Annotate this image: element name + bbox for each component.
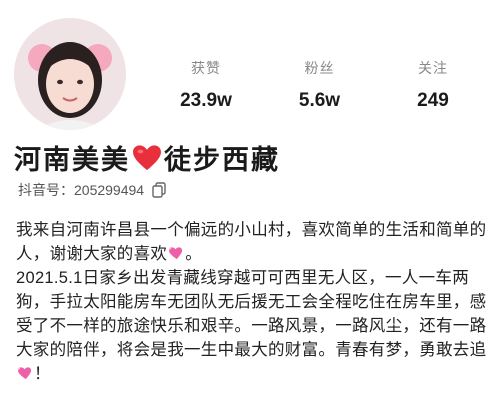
stats-bar: 获赞 23.9w 粉丝 5.6w 关注 249 bbox=[150, 58, 489, 112]
pink-sparkle-heart-icon-2 bbox=[17, 366, 32, 380]
copy-icon[interactable] bbox=[152, 182, 166, 198]
stat-followers-label: 粉丝 bbox=[304, 60, 335, 76]
profile-name: 河南美美 徒步西藏 bbox=[14, 138, 280, 177]
bio-paragraph-1: 我来自河南许昌县一个偏远的小山村，喜欢简单的生活和简单的人，谢谢大家的喜欢 。 bbox=[16, 218, 494, 266]
bio-line-1: 我来自河南许昌县一个偏远的小山村，喜欢简单的生活和简单的人，谢谢大家的喜欢 bbox=[16, 221, 487, 263]
account-id-row: 抖音号： 205299494 bbox=[18, 180, 166, 200]
profile-card: 获赞 23.9w 粉丝 5.6w 关注 249 河南美美 徒步西藏 抖音号： 2… bbox=[0, 0, 499, 411]
bio-line-2-end: ！ bbox=[34, 365, 51, 383]
bio-line-2: 2021.5.1日家乡出发青藏线穿越可可西里无人区，一人一车两狗，手拉太阳能房车… bbox=[16, 269, 487, 359]
account-id-value: 205299494 bbox=[74, 182, 145, 198]
stat-likes-label: 获赞 bbox=[191, 60, 221, 76]
bio-paragraph-2: 2021.5.1日家乡出发青藏线穿越可可西里无人区，一人一车两狗，手拉太阳能房车… bbox=[16, 266, 494, 386]
profile-name-part1: 河南美美 bbox=[14, 145, 130, 175]
profile-name-part2: 徒步西藏 bbox=[164, 145, 280, 175]
stat-following-value: 249 bbox=[417, 90, 449, 111]
avatar[interactable] bbox=[14, 18, 126, 130]
stat-followers[interactable]: 粉丝 5.6w bbox=[264, 58, 376, 112]
pink-sparkle-heart-icon bbox=[168, 246, 183, 260]
account-id-label: 抖音号： bbox=[18, 182, 74, 198]
bio-line-1-end: 。 bbox=[185, 245, 203, 263]
stat-likes[interactable]: 获赞 23.9w bbox=[150, 58, 262, 112]
stat-followers-value: 5.6w bbox=[298, 90, 341, 111]
red-heart-icon bbox=[133, 144, 161, 170]
stat-following[interactable]: 关注 249 bbox=[377, 58, 489, 112]
stat-likes-value: 23.9w bbox=[180, 90, 232, 111]
stat-following-label: 关注 bbox=[418, 60, 448, 76]
profile-bio: 我来自河南许昌县一个偏远的小山村，喜欢简单的生活和简单的人，谢谢大家的喜欢 。 … bbox=[16, 218, 494, 386]
avatar-image bbox=[14, 18, 126, 130]
